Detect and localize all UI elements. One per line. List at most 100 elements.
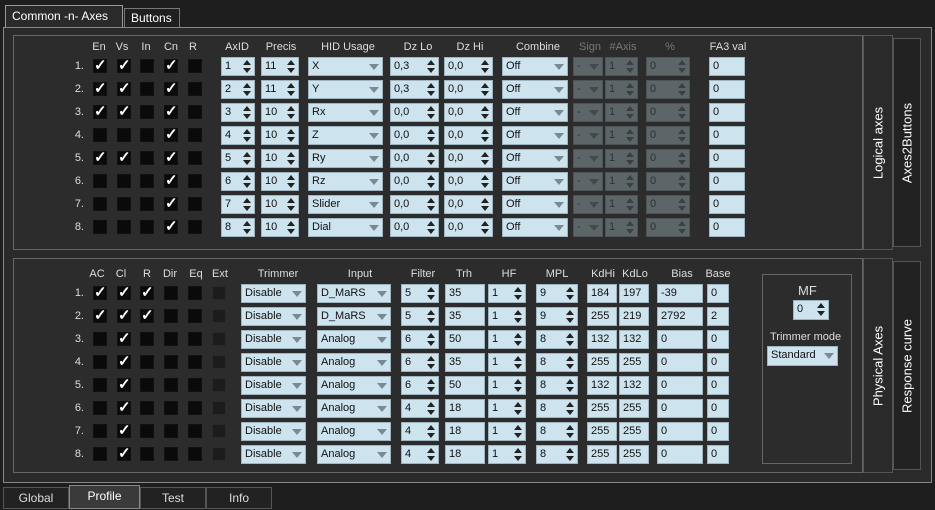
trimmer-select[interactable]: Disable xyxy=(241,399,306,418)
combine-select[interactable]: Off xyxy=(502,126,568,145)
input-select[interactable]: Analog xyxy=(317,376,391,395)
vs-checkbox[interactable]: ✓ xyxy=(117,81,131,96)
in-checkbox[interactable] xyxy=(140,105,154,119)
trimmer-select[interactable]: Disable xyxy=(241,422,306,441)
kdlo-field[interactable]: 255 xyxy=(619,422,649,441)
kdlo-field[interactable]: 255 xyxy=(619,445,649,464)
dir-checkbox[interactable] xyxy=(164,378,178,392)
trimmer-select[interactable]: Disable xyxy=(241,307,306,326)
filter-spinbox[interactable]: 6 xyxy=(401,376,439,395)
r-checkbox[interactable] xyxy=(140,447,154,461)
input-select[interactable]: Analog xyxy=(317,422,391,441)
en-checkbox[interactable] xyxy=(93,128,107,142)
cn-checkbox[interactable]: ✓ xyxy=(164,219,178,234)
kdlo-field[interactable]: 132 xyxy=(619,330,649,349)
filter-spinbox[interactable]: 4 xyxy=(401,422,439,441)
bias-field[interactable]: 0 xyxy=(657,445,703,464)
precis-spinbox[interactable]: 10 xyxy=(261,149,299,168)
tab-common-axes[interactable]: Common -n- Axes xyxy=(5,5,123,28)
base-field[interactable]: 0 xyxy=(707,376,729,395)
precis-spinbox[interactable]: 10 xyxy=(261,172,299,191)
kdhi-field[interactable]: 255 xyxy=(587,353,617,372)
in-checkbox[interactable] xyxy=(140,82,154,96)
hf-spinbox[interactable]: 1 xyxy=(488,376,526,395)
hf-spinbox[interactable]: 1 xyxy=(488,307,526,326)
dz-hi-spinbox[interactable]: 0,0 xyxy=(444,195,493,214)
in-checkbox[interactable] xyxy=(140,197,154,211)
mpl-spinbox[interactable]: 8 xyxy=(536,399,578,418)
bias-field[interactable]: 0 xyxy=(657,422,703,441)
mf-spinbox[interactable]: 0 xyxy=(793,300,829,320)
dz-lo-spinbox[interactable]: 0,3 xyxy=(390,80,439,99)
hid-usage-select[interactable]: Y xyxy=(308,80,383,99)
mpl-spinbox[interactable]: 8 xyxy=(536,422,578,441)
dz-lo-spinbox[interactable]: 0,0 xyxy=(390,149,439,168)
axid-spinbox[interactable]: 2 xyxy=(221,80,255,99)
en-checkbox[interactable]: ✓ xyxy=(93,150,107,165)
fa3-value-field[interactable]: 0 xyxy=(709,57,745,76)
vs-checkbox[interactable]: ✓ xyxy=(117,150,131,165)
trh-spinbox[interactable]: 50 xyxy=(445,330,485,349)
fa3-value-field[interactable]: 0 xyxy=(709,126,745,145)
hid-usage-select[interactable]: Rx xyxy=(308,103,383,122)
dir-checkbox[interactable] xyxy=(164,309,178,323)
cl-checkbox[interactable]: ✓ xyxy=(117,377,131,392)
hf-spinbox[interactable]: 1 xyxy=(488,284,526,303)
input-select[interactable]: Analog xyxy=(317,445,391,464)
trh-spinbox[interactable]: 35 xyxy=(445,284,485,303)
r-checkbox[interactable] xyxy=(188,151,202,165)
input-select[interactable]: Analog xyxy=(317,399,391,418)
vs-checkbox[interactable] xyxy=(117,174,131,188)
kdhi-field[interactable]: 132 xyxy=(587,330,617,349)
trimmer-select[interactable]: Disable xyxy=(241,330,306,349)
fa3-value-field[interactable]: 0 xyxy=(709,80,745,99)
r-checkbox[interactable] xyxy=(188,105,202,119)
tab-test[interactable]: Test xyxy=(140,487,206,509)
base-field[interactable]: 0 xyxy=(707,399,729,418)
input-select[interactable]: Analog xyxy=(317,353,391,372)
r-checkbox[interactable] xyxy=(188,197,202,211)
base-field[interactable]: 0 xyxy=(707,422,729,441)
eq-checkbox[interactable] xyxy=(188,447,202,461)
dz-hi-spinbox[interactable]: 0,0 xyxy=(444,103,493,122)
bias-field[interactable]: 0 xyxy=(657,399,703,418)
eq-checkbox[interactable] xyxy=(188,286,202,300)
eq-checkbox[interactable] xyxy=(188,332,202,346)
mpl-spinbox[interactable]: 8 xyxy=(536,376,578,395)
combine-select[interactable]: Off xyxy=(502,218,568,237)
dir-checkbox[interactable] xyxy=(164,424,178,438)
combine-select[interactable]: Off xyxy=(502,80,568,99)
r-checkbox[interactable] xyxy=(140,401,154,415)
filter-spinbox[interactable]: 5 xyxy=(401,284,439,303)
ac-checkbox[interactable] xyxy=(93,447,107,461)
dz-hi-spinbox[interactable]: 0,0 xyxy=(444,80,493,99)
axid-spinbox[interactable]: 1 xyxy=(221,57,255,76)
response-curve-tab[interactable]: Response curve xyxy=(893,261,921,470)
precis-spinbox[interactable]: 10 xyxy=(261,195,299,214)
logical-axes-tab[interactable]: Logical axes xyxy=(863,35,893,250)
kdhi-field[interactable]: 132 xyxy=(587,376,617,395)
combine-select[interactable]: Off xyxy=(502,103,568,122)
bias-field[interactable]: 0 xyxy=(657,353,703,372)
trh-spinbox[interactable]: 35 xyxy=(445,307,485,326)
tab-profile[interactable]: Profile xyxy=(69,485,140,509)
cl-checkbox[interactable]: ✓ xyxy=(117,400,131,415)
en-checkbox[interactable]: ✓ xyxy=(93,104,107,119)
dz-hi-spinbox[interactable]: 0,0 xyxy=(444,218,493,237)
axid-spinbox[interactable]: 6 xyxy=(221,172,255,191)
cn-checkbox[interactable]: ✓ xyxy=(164,58,178,73)
mpl-spinbox[interactable]: 8 xyxy=(536,445,578,464)
bias-field[interactable]: 2792 xyxy=(657,307,703,326)
axid-spinbox[interactable]: 8 xyxy=(221,218,255,237)
combine-select[interactable]: Off xyxy=(502,195,568,214)
r-checkbox[interactable] xyxy=(140,378,154,392)
vs-checkbox[interactable]: ✓ xyxy=(117,58,131,73)
filter-spinbox[interactable]: 4 xyxy=(401,399,439,418)
cn-checkbox[interactable]: ✓ xyxy=(164,196,178,211)
cl-checkbox[interactable]: ✓ xyxy=(117,423,131,438)
tab-buttons[interactable]: Buttons xyxy=(124,8,180,27)
trimmer-select[interactable]: Disable xyxy=(241,445,306,464)
dz-lo-spinbox[interactable]: 0,0 xyxy=(390,218,439,237)
hid-usage-select[interactable]: Dial xyxy=(308,218,383,237)
cl-checkbox[interactable]: ✓ xyxy=(117,285,131,300)
